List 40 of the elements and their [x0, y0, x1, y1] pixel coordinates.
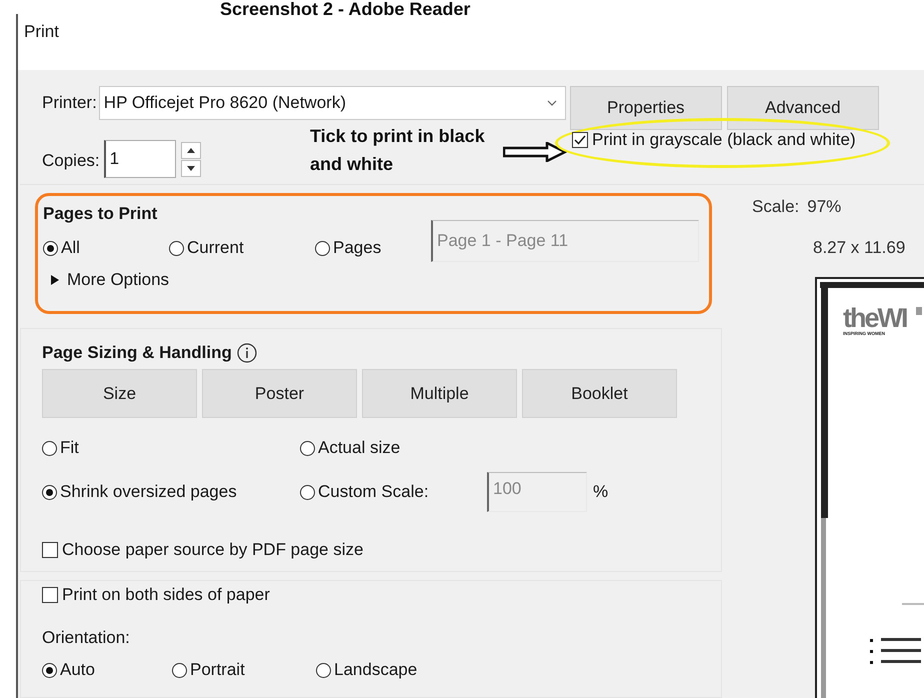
checkbox-option[interactable]: Choose paper source by PDF page size — [42, 540, 364, 560]
checkbox-option[interactable]: Print on both sides of paper — [42, 585, 270, 605]
scale-value: 97% — [807, 197, 842, 216]
sizing-button[interactable]: Size — [42, 369, 197, 418]
copies-field[interactable]: 1 — [104, 140, 176, 178]
radio-option[interactable]: Custom Scale: — [300, 482, 487, 502]
sizing-button[interactable]: Poster — [202, 369, 357, 418]
copies-label: Copies: — [42, 151, 100, 171]
section-title: Pages to Print — [43, 204, 158, 224]
radio-option[interactable]: Actual size — [300, 438, 487, 458]
more-options-toggle[interactable]: More Options — [51, 270, 170, 290]
percent-label: % — [593, 482, 610, 502]
caption-text: Screenshot 2 - Adobe Reader — [220, 0, 470, 18]
printer-label: Printer: — [42, 93, 97, 113]
sizing-button[interactable]: Multiple — [362, 369, 517, 418]
dialog-button[interactable]: Properties — [570, 86, 722, 130]
annotation-arrow-icon — [503, 142, 567, 162]
section-title: Page Sizing & Handling — [42, 343, 232, 363]
orientation-label: Orientation: — [42, 628, 130, 648]
info-icon — [236, 343, 257, 363]
radio-option[interactable]: Auto — [42, 660, 172, 680]
radio-option[interactable]: Landscape — [316, 660, 456, 680]
printer-dropdown[interactable]: HP Officejet Pro 8620 (Network) — [98, 86, 566, 120]
radio-option[interactable]: Shrink oversized pages — [42, 482, 300, 502]
radio-option[interactable]: Pages — [315, 238, 431, 258]
radio-option[interactable]: Fit — [42, 438, 300, 458]
radio-option[interactable]: Current — [169, 238, 315, 258]
triangle-icon — [51, 275, 59, 285]
chevron-down-icon — [546, 100, 557, 106]
radio-option[interactable]: Portrait — [172, 660, 316, 680]
window-title: Print — [23, 21, 60, 43]
paper-size-text: 8.27 x 11.69 — [813, 238, 906, 258]
scale-label: Scale: — [752, 197, 800, 216]
dialog-button[interactable]: Advanced — [726, 86, 879, 130]
spinner-buttons[interactable] — [180, 142, 201, 176]
checkbox-option[interactable]: Print in grayscale (black and white) — [572, 130, 856, 150]
annotation-text: Tick to print in black and white — [310, 125, 486, 176]
logo-text: theWI — [843, 303, 906, 333]
radio-option[interactable]: All — [43, 238, 169, 258]
sizing-button[interactable]: Booklet — [522, 369, 677, 418]
